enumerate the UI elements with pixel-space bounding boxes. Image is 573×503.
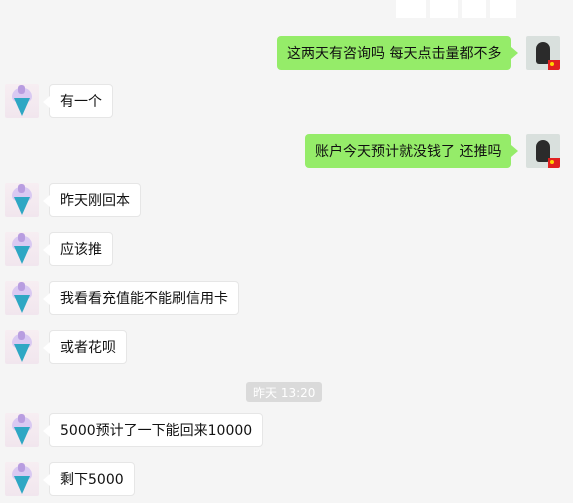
ice-cream-topping-icon bbox=[18, 414, 25, 423]
ice-cream-topping-icon bbox=[18, 85, 25, 94]
ice-cream-topping-icon bbox=[18, 463, 25, 472]
ice-cream-topping-icon bbox=[18, 331, 25, 340]
message-bubble-contact[interactable]: 应该推 bbox=[43, 232, 113, 266]
message-bubble-contact[interactable]: 剩下5000 bbox=[43, 462, 135, 496]
top-message-fragment bbox=[396, 0, 518, 22]
message-bubble-contact[interactable]: 5000预计了一下能回来10000 bbox=[42, 413, 264, 447]
contact-avatar[interactable] bbox=[5, 330, 39, 364]
fragment-piece bbox=[462, 0, 486, 18]
contact-avatar[interactable] bbox=[5, 183, 39, 217]
ice-cream-cone-icon bbox=[14, 344, 30, 362]
ice-cream-cone-icon bbox=[14, 98, 30, 116]
fragment-piece bbox=[490, 0, 516, 18]
fragment-piece bbox=[396, 0, 426, 18]
ice-cream-cone-icon bbox=[14, 197, 30, 215]
flag-icon bbox=[548, 158, 560, 168]
fragment-piece bbox=[430, 0, 458, 18]
message-bubble-contact[interactable]: 有一个 bbox=[43, 84, 113, 118]
self-avatar[interactable] bbox=[526, 36, 560, 70]
self-avatar[interactable] bbox=[526, 134, 560, 168]
ice-cream-topping-icon bbox=[18, 233, 25, 242]
contact-avatar[interactable] bbox=[5, 232, 39, 266]
chat-timestamp: 昨天 13:20 bbox=[246, 382, 323, 402]
ice-cream-cone-icon bbox=[14, 476, 30, 494]
message-bubble-self[interactable]: 这两天有咨询吗 每天点击量都不多 bbox=[277, 36, 519, 70]
message-bubble-self[interactable]: 账户今天预计就没钱了 还推吗 bbox=[305, 134, 519, 168]
message-bubble-contact[interactable]: 我看看充值能不能刷信用卡 bbox=[43, 281, 239, 315]
contact-avatar[interactable] bbox=[5, 281, 39, 315]
ice-cream-topping-icon bbox=[18, 184, 25, 193]
contact-avatar[interactable] bbox=[5, 413, 39, 447]
ice-cream-cone-icon bbox=[14, 246, 30, 264]
message-bubble-contact[interactable]: 昨天刚回本 bbox=[43, 183, 141, 217]
ice-cream-topping-icon bbox=[18, 282, 25, 291]
contact-avatar[interactable] bbox=[5, 462, 39, 496]
flag-icon bbox=[548, 60, 560, 70]
contact-avatar[interactable] bbox=[5, 84, 39, 118]
ice-cream-cone-icon bbox=[14, 427, 30, 445]
ice-cream-cone-icon bbox=[14, 295, 30, 313]
message-bubble-contact[interactable]: 或者花呗 bbox=[43, 330, 127, 364]
